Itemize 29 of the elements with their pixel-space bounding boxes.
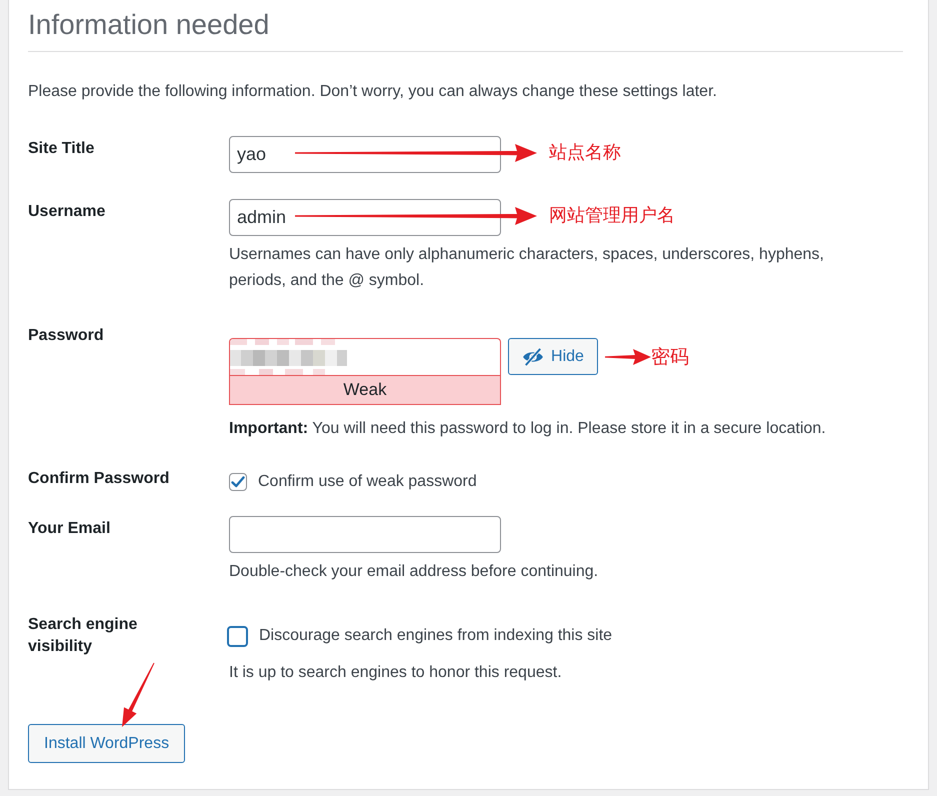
- field-label: Confirm Password: [28, 469, 170, 489]
- checkbox-label[interactable]: Discourage search engines from indexing this site: [259, 624, 612, 648]
- text-field[interactable]: admin: [229, 199, 501, 236]
- password-field[interactable]: [229, 338, 501, 375]
- field-hint: It is up to search engines to honor this request.: [229, 663, 562, 683]
- install-button[interactable]: Install WordPress: [28, 724, 186, 763]
- field-label: Password: [28, 326, 104, 346]
- checkbox-label[interactable]: Confirm use of weak password: [258, 470, 477, 494]
- checkbox[interactable]: [229, 473, 247, 491]
- field-label: Site Title: [28, 139, 94, 159]
- field-hint: Usernames can have only alphanumeric characters, spaces, underscores, hyphens, periods, and the @ symbol.: [229, 245, 825, 291]
- strength-meter: Weak: [229, 375, 501, 405]
- field-label: Your Email: [28, 519, 110, 539]
- field-label: Username: [28, 202, 106, 222]
- intro-text: Please provide the following information. Don’t worry, you can always change these settings later.: [28, 82, 717, 102]
- eye-slash-icon: [522, 348, 544, 366]
- annotation-arrow: [605, 348, 651, 364]
- page-heading: Information needed: [28, 8, 270, 42]
- field-label: Search engine visibility: [28, 615, 138, 657]
- important-note: Important: You will need this password to log in. Please store it in a secure location.: [229, 419, 826, 439]
- field-hint: Double-check your email address before continuing.: [229, 562, 598, 582]
- annotation-label: 站点名称: [549, 142, 621, 164]
- text-field[interactable]: yao: [229, 136, 501, 173]
- checkmark-icon: [231, 476, 245, 488]
- hide-password-button[interactable]: Hide: [508, 338, 598, 375]
- text-field[interactable]: [229, 516, 501, 553]
- annotation-label: 网站管理用户名: [549, 205, 675, 227]
- checkbox[interactable]: [227, 626, 248, 646]
- annotation-label: 密码: [651, 346, 689, 368]
